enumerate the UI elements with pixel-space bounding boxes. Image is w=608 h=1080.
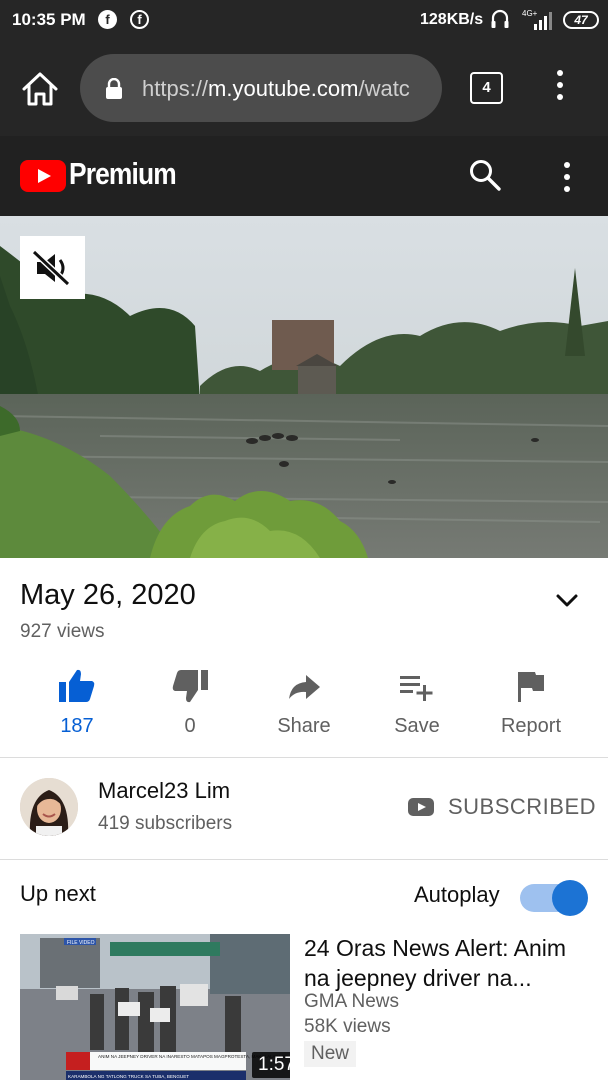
toggle-knob [552,880,588,916]
subscribed-button[interactable]: SUBSCRIBED [404,790,596,826]
channel-avatar[interactable] [20,778,78,836]
url-path: /watc [358,76,410,101]
status-time: 10:35 PM [12,10,86,29]
url-text: https://m.youtube.com/watc [142,76,410,102]
dislike-button[interactable]: 0 [133,662,247,752]
share-label: Share [277,715,331,737]
signal-icon: 4G+ [522,9,552,30]
playlist-add-icon [400,676,433,701]
video-frame [0,216,608,558]
subscribed-label: SUBSCRIBED [448,794,597,819]
share-icon [289,675,320,699]
thumbnail-tag: FILE VIDEO [67,940,95,946]
headset-icon [491,9,509,28]
up-next-title[interactable]: 24 Oras News Alert: Anim na jeepney driv… [304,933,594,993]
divider [0,859,608,860]
search-icon[interactable] [468,158,502,192]
youtube-menu-icon[interactable] [558,162,576,196]
video-date: May 26, 2020 [20,579,196,611]
autoplay-toggle[interactable] [520,880,588,916]
network-type: 4G+ [522,9,538,18]
url-scheme: https:// [142,76,209,101]
up-next-heading: Up next [20,881,96,906]
thumbnail-ticker: KARAMBOLA NG TATLONG TRUCK SA TUBA, BENG… [68,1074,189,1079]
share-button[interactable]: Share [247,662,361,752]
avatar-image [20,778,78,836]
lock-icon [106,78,122,99]
facebook-messenger-icon: f [130,10,149,29]
premium-logo-text[interactable]: Premium [69,156,177,192]
new-badge: New [304,1041,357,1067]
up-next-channel: GMA News [304,991,400,1012]
up-next-thumbnail[interactable]: FILE VIDEO ANIM NA JEEPNEY DRIVER NA INA… [20,934,290,1080]
like-count: 187 [60,715,94,737]
unmute-button[interactable] [20,236,85,299]
view-count: 927 views [20,621,105,642]
tab-switcher-button[interactable]: 4 [470,72,503,104]
autoplay-label: Autoplay [414,882,500,907]
report-label: Report [500,715,562,737]
thumbnail-image: FILE VIDEO ANIM NA JEEPNEY DRIVER NA INA… [20,934,290,1080]
network-speed: 128KB/s [420,11,484,28]
divider [0,757,608,758]
subscriber-count: 419 subscribers [98,813,233,834]
youtube-logo-icon[interactable] [20,160,66,192]
facebook-icon: f [98,10,117,29]
flag-icon [518,672,544,702]
youtube-subscribed-icon [408,798,434,816]
channel-name[interactable]: Marcel23 Lim [98,778,230,804]
url-host: m.youtube.com [208,76,359,101]
address-bar[interactable]: https://m.youtube.com/watc [80,54,442,122]
thumbs-up-icon [59,669,95,702]
video-player[interactable] [0,216,608,558]
battery-icon: 47 [563,11,599,29]
status-bar: 10:35 PM f f 128KB/s 4G+ 47 [0,0,608,40]
chevron-down-icon[interactable] [552,588,582,612]
youtube-header: Premium [0,136,608,216]
up-next-views: 58K views [304,1016,391,1037]
video-actions: 187 0 Share Save Report [0,662,608,752]
thumbs-down-icon [172,670,208,703]
volume-muted-icon [31,249,71,287]
like-button[interactable]: 187 [20,662,134,752]
save-button[interactable]: Save [360,662,474,752]
save-label: Save [394,715,440,737]
browser-menu-icon[interactable] [550,70,570,106]
report-button[interactable]: Report [474,662,588,752]
home-icon[interactable] [20,70,60,108]
dislike-count: 0 [184,715,196,737]
browser-toolbar: https://m.youtube.com/watc 4 [0,40,608,136]
video-duration: 1:57 [252,1052,290,1078]
